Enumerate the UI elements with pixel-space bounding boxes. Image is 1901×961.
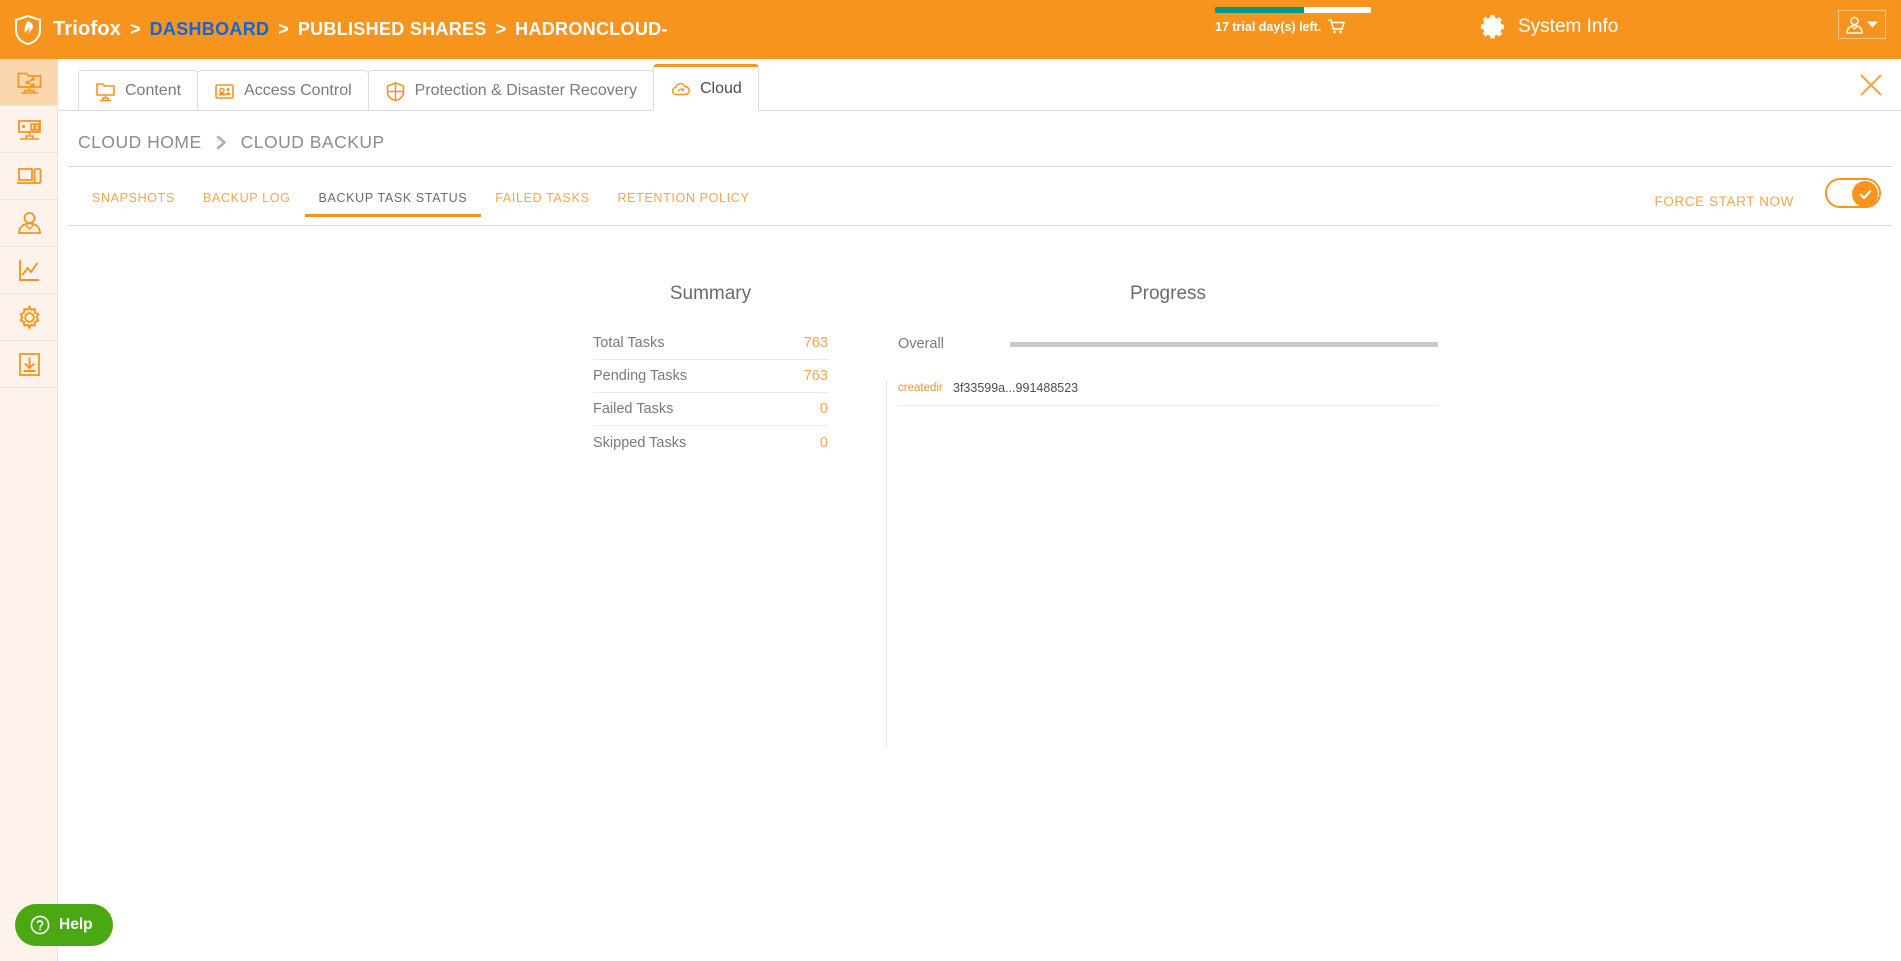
tab-cloud[interactable]: Cloud — [652, 64, 759, 111]
brand[interactable]: Triofox — [0, 14, 122, 45]
subtab-backup-task-status[interactable]: BACKUP TASK STATUS — [304, 183, 482, 217]
panel-vertical-divider — [886, 379, 887, 747]
app-root: Triofox > DASHBOARD > PUBLISHED SHARES >… — [0, 0, 1901, 961]
summary-title: Summary — [669, 283, 752, 304]
breadcrumb-divider — [67, 166, 1892, 167]
force-start-toggle[interactable] — [1825, 178, 1881, 208]
subtab-retention-policy[interactable]: RETENTION POLICY — [603, 183, 763, 217]
summary-row-failed-tasks: Failed Tasks 0 — [593, 393, 828, 426]
tab-protection-label: Protection & Disaster Recovery — [414, 82, 637, 99]
breadcrumb-separator-1: > — [130, 19, 141, 39]
sidebar-item-devices[interactable] — [0, 153, 58, 200]
tab-cloud-label: Cloud — [699, 80, 742, 97]
sidebar-item-reports[interactable] — [0, 247, 58, 294]
shield-protection-icon — [386, 81, 404, 101]
shared-folder-network-icon — [17, 72, 41, 94]
summary-row-pending-tasks: Pending Tasks 763 — [593, 360, 828, 393]
download-icon — [18, 352, 40, 376]
sidebar-item-settings[interactable] — [0, 294, 58, 341]
trial-days-text: 17 trial day(s) left. — [1215, 19, 1322, 34]
breadcrumb-separator-3: > — [495, 19, 507, 39]
user-icon — [17, 211, 41, 234]
access-control-icon — [215, 83, 234, 99]
summary-label: Pending Tasks — [593, 368, 688, 384]
content-panel: Content Access Control Protection & Disa… — [58, 59, 1901, 961]
summary-value: 763 — [803, 335, 828, 351]
task-operation: createdir — [898, 382, 943, 394]
brand-name: Triofox — [53, 18, 122, 40]
breadcrumb-hadroncloud[interactable]: HADRONCLOUD- — [515, 19, 668, 40]
breadcrumb-separator-2: > — [278, 19, 289, 39]
progress-row-overall: Overall — [898, 330, 1438, 358]
tab-protection-disaster-recovery[interactable]: Protection & Disaster Recovery — [367, 70, 654, 111]
tab-access-control-label: Access Control — [244, 82, 352, 99]
breadcrumb-cloud-home[interactable]: CLOUD HOME — [78, 132, 202, 153]
breadcrumb-published-shares[interactable]: PUBLISHED SHARES — [298, 19, 487, 40]
tab-access-control[interactable]: Access Control — [197, 70, 369, 111]
progress-current-task: createdir 3f33599a...991488523 — [898, 358, 1438, 406]
cloud-sync-icon — [671, 82, 690, 95]
progress-panel: Progress Overall createdir 3f33599a...99… — [898, 283, 1438, 406]
chevron-down-icon — [1867, 21, 1878, 28]
progress-overall-label: Overall — [898, 336, 944, 352]
breadcrumb-dashboard[interactable]: DASHBOARD — [150, 19, 270, 40]
summary-label: Skipped Tasks — [593, 434, 687, 451]
sidebar-item-shared-folders[interactable] — [0, 59, 58, 106]
tab-content-label: Content — [125, 82, 182, 99]
sidebar-item-users[interactable] — [0, 200, 58, 247]
tab-strip-divider — [58, 110, 1901, 111]
summary-label: Failed Tasks — [593, 401, 674, 417]
summary-row-skipped-tasks: Skipped Tasks 0 — [593, 426, 828, 459]
system-info-button[interactable]: System Info — [1478, 12, 1618, 41]
subtab-snapshots[interactable]: SNAPSHOTS — [78, 183, 189, 217]
shield-logo-icon — [15, 14, 41, 45]
subtab-failed-tasks[interactable]: FAILED TASKS — [481, 183, 603, 217]
devices-icon — [16, 167, 41, 184]
trial-progress-fill — [1215, 7, 1304, 13]
subtab-backup-log[interactable]: BACKUP LOG — [189, 183, 305, 217]
server-icon — [17, 119, 41, 140]
progress-overall-bar — [1010, 341, 1438, 347]
trial-progress-bar — [1215, 7, 1371, 13]
gear-icon — [1480, 14, 1505, 39]
gear-icon — [19, 305, 39, 329]
breadcrumb-cloud-backup[interactable]: CLOUD BACKUP — [241, 132, 385, 153]
progress-title: Progress — [1129, 283, 1207, 304]
sub-tab-divider — [67, 225, 1892, 226]
check-icon — [1859, 189, 1871, 199]
system-info-label: System Info — [1518, 15, 1619, 37]
summary-panel: Summary Total Tasks 763 Pending Tasks 76… — [593, 283, 828, 459]
summary-value: 763 — [803, 368, 828, 384]
sidebar — [0, 59, 58, 961]
toggle-knob — [1852, 181, 1878, 207]
close-icon[interactable] — [1858, 72, 1884, 98]
shopping-cart-icon[interactable] — [1328, 19, 1346, 34]
chart-line-icon — [18, 259, 39, 281]
sub-tab-bar: SNAPSHOTS BACKUP LOG BACKUP TASK STATUS … — [78, 183, 763, 217]
task-id: 3f33599a...991488523 — [953, 381, 1079, 395]
tab-strip: Content Access Control Protection & Disa… — [78, 64, 759, 111]
trial-status: 17 trial day(s) left. — [1215, 7, 1375, 34]
summary-row-total-tasks: Total Tasks 763 — [593, 327, 828, 360]
user-avatar-icon — [1846, 16, 1863, 34]
breadcrumb: CLOUD HOME CLOUD BACKUP — [78, 118, 385, 166]
sidebar-item-servers[interactable] — [0, 106, 58, 153]
chevron-right-icon — [216, 135, 226, 149]
summary-value: 0 — [819, 434, 828, 451]
folder-monitor-icon — [96, 82, 115, 101]
help-label: Help — [59, 916, 93, 933]
tab-content[interactable]: Content — [78, 70, 199, 111]
user-menu-button[interactable] — [1838, 10, 1886, 39]
sidebar-item-downloads[interactable] — [0, 341, 58, 388]
top-bar: Triofox > DASHBOARD > PUBLISHED SHARES >… — [0, 0, 1901, 59]
question-circle-icon — [30, 915, 50, 935]
help-button[interactable]: Help — [15, 904, 113, 946]
summary-value: 0 — [819, 401, 828, 417]
summary-label: Total Tasks — [593, 335, 665, 351]
force-start-now-button[interactable]: FORCE START NOW — [1654, 194, 1794, 209]
